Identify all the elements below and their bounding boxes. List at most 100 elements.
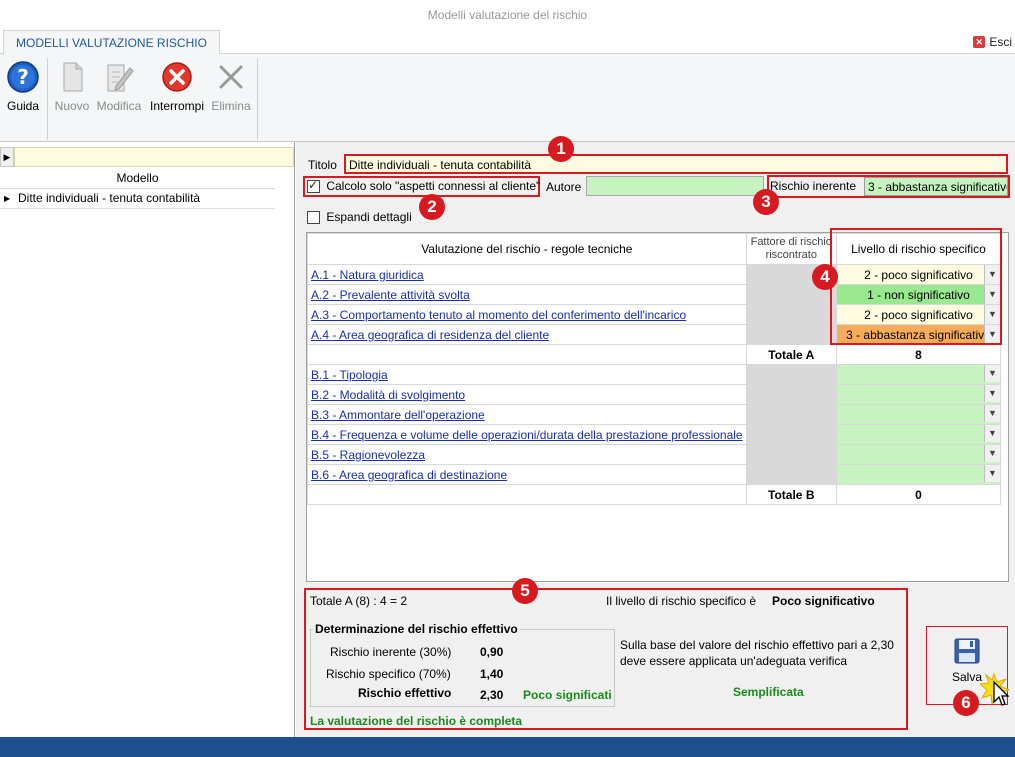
edit-button[interactable]: Modifica: [95, 60, 143, 113]
totale-a-value: 8: [835, 344, 1002, 365]
ribbon-separator: [257, 58, 258, 140]
fattore-cell[interactable]: [745, 324, 837, 345]
level-select-b3[interactable]: ▼: [835, 404, 1002, 425]
row-indicator-icon: ▶: [0, 147, 14, 167]
autore-input[interactable]: [586, 176, 764, 196]
chevron-down-icon[interactable]: ▼: [984, 365, 1000, 382]
delete-icon: [219, 65, 243, 89]
callout-badge-5: 5: [512, 578, 538, 604]
espandi-checkbox[interactable]: Espandi dettagli: [307, 210, 412, 225]
edit-icon: [107, 64, 134, 92]
callout-badge-6: 6: [953, 690, 979, 716]
risk-row-b1[interactable]: B.1 - Tipologia: [307, 364, 747, 385]
chevron-down-icon[interactable]: ▼: [984, 445, 1000, 462]
model-list-item[interactable]: ▶ Ditte individuali - tenuta contabilità: [0, 189, 275, 209]
risk-summary-panel: Totale A (8) : 4 = 2 Il livello di risch…: [306, 587, 906, 729]
level-select-b4[interactable]: ▼: [835, 424, 1002, 445]
level-select-b5[interactable]: ▼: [835, 444, 1002, 465]
inerente-label: Rischio inerente (30%): [330, 645, 452, 659]
model-list-pane: ▶ Modello ▶ Ditte individuali - tenuta c…: [0, 142, 295, 737]
delete-label: Elimina: [211, 99, 251, 113]
ribbon-tab-bar: MODELLI VALUTAZIONE RISCHIO ✕ Esci: [0, 30, 1015, 55]
verifica-type: Semplificata: [733, 685, 804, 699]
rischio-inerente-field[interactable]: 3 - abbastanza significativo: [864, 177, 1008, 196]
fattore-cell[interactable]: [745, 384, 837, 405]
model-column-header[interactable]: Modello: [0, 167, 275, 189]
risk-row-b5[interactable]: B.5 - Ragionevolezza: [307, 444, 747, 465]
stop-icon: [162, 62, 192, 92]
chevron-down-icon[interactable]: ▼: [984, 405, 1000, 422]
level-select-b6[interactable]: ▼: [835, 464, 1002, 485]
fattore-cell[interactable]: [745, 444, 837, 465]
totale-formula: Totale A (8) : 4 = 2: [310, 594, 408, 608]
new-button[interactable]: Nuovo: [52, 60, 92, 113]
exit-button[interactable]: ✕ Esci: [973, 33, 1012, 51]
callout-badge-2: 2: [419, 194, 445, 220]
risk-row-b6[interactable]: B.6 - Area geografica di destinazione: [307, 464, 747, 485]
level-select-b2[interactable]: ▼: [835, 384, 1002, 405]
completion-status: La valutazione del rischio è completa: [310, 714, 523, 728]
risk-row-a3[interactable]: A.3 - Comportamento tenuto al momento de…: [307, 304, 747, 325]
help-button[interactable]: ? Guida: [4, 60, 42, 113]
status-bar: [0, 737, 1015, 757]
autore-label: Autore: [546, 180, 582, 194]
row-pointer-icon: ▶: [4, 194, 11, 203]
ribbon-separator: [47, 58, 48, 140]
inerente-value: 0,90: [480, 645, 504, 659]
tab-modelli-valutazione[interactable]: MODELLI VALUTAZIONE RISCHIO: [3, 30, 220, 55]
new-label: Nuovo: [54, 99, 90, 113]
note-line-1: Sulla base del valore del rischio effett…: [620, 638, 894, 652]
titolo-input[interactable]: Ditte individuali - tenuta contabilità: [344, 154, 1008, 174]
totale-b-label: Totale B: [745, 484, 837, 505]
calcolo-checkbox[interactable]: Calcolo solo "aspetti connessi al client…: [307, 178, 541, 194]
totale-a-label: Totale A: [745, 344, 837, 365]
totale-b-value: 0: [835, 484, 1002, 505]
risk-row-b4[interactable]: B.4 - Frequenza e volume delle operazion…: [307, 424, 747, 445]
fattore-cell[interactable]: [745, 464, 837, 485]
svg-text:?: ?: [17, 65, 29, 89]
risk-row-a2[interactable]: A.2 - Prevalente attività svolta: [307, 284, 747, 305]
effettivo-label: Rischio effettivo: [358, 686, 452, 700]
callout-badge-4: 4: [812, 264, 838, 290]
model-detail-pane: Titolo Ditte individuali - tenuta contab…: [296, 136, 1015, 737]
click-burst-icon: [980, 672, 1010, 706]
fattore-cell[interactable]: [745, 364, 837, 385]
col-header-valutazione[interactable]: Valutazione del rischio - regole tecnich…: [307, 233, 747, 265]
model-list-item-label: Ditte individuali - tenuta contabilità: [18, 191, 201, 205]
delete-button[interactable]: Elimina: [209, 60, 253, 113]
model-list-filter-row: ▶: [0, 147, 294, 167]
col-header-fattore[interactable]: Fattore di rischio riscontrato: [745, 233, 837, 265]
chevron-down-icon[interactable]: ▼: [984, 465, 1000, 482]
espandi-label: Espandi dettagli: [326, 210, 412, 224]
calcolo-check-icon: [307, 178, 320, 194]
exit-icon: ✕: [973, 36, 986, 48]
help-icon: ?: [7, 61, 39, 93]
risk-row-b2[interactable]: B.2 - Modalità di svolgimento: [307, 384, 747, 405]
specifico-value: 1,40: [480, 667, 504, 681]
specifico-label: Rischio specifico (70%): [326, 667, 451, 681]
new-document-icon: [63, 62, 83, 92]
floppy-disk-icon: [954, 638, 980, 664]
model-filter-input[interactable]: [14, 147, 294, 167]
note-line-2: deve essere applicata un'adeguata verifi…: [620, 654, 848, 668]
livello-specifico-label: Il livello di rischio specifico è: [606, 594, 757, 608]
fattore-cell[interactable]: [745, 304, 837, 325]
risk-row-a1[interactable]: A.1 - Natura giuridica: [307, 264, 747, 285]
fattore-cell[interactable]: [745, 404, 837, 425]
effettivo-description: Poco significativo: [523, 688, 611, 702]
callout-badge-1: 1: [548, 136, 574, 162]
calcolo-label: Calcolo solo "aspetti connessi al client…: [326, 179, 541, 193]
risk-row-b3[interactable]: B.3 - Ammontare dell'operazione: [307, 404, 747, 425]
stop-label: Interrompi: [149, 99, 205, 113]
fattore-cell[interactable]: [745, 424, 837, 445]
ribbon-toolbar: ? Guida Nuovo Modifica Interrompi Elimin…: [0, 54, 1015, 142]
rischio-effettivo-title: Determinazione del rischio effettivo: [313, 622, 520, 636]
callout-badge-3: 3: [753, 189, 779, 215]
chevron-down-icon[interactable]: ▼: [984, 425, 1000, 442]
window-title: Modelli valutazione del rischio: [0, 0, 1015, 30]
level-select-b1[interactable]: ▼: [835, 364, 1002, 385]
espandi-check-icon: [307, 211, 320, 225]
risk-row-a4[interactable]: A.4 - Area geografica di residenza del c…: [307, 324, 747, 345]
stop-button[interactable]: Interrompi: [148, 60, 206, 113]
chevron-down-icon[interactable]: ▼: [984, 385, 1000, 402]
